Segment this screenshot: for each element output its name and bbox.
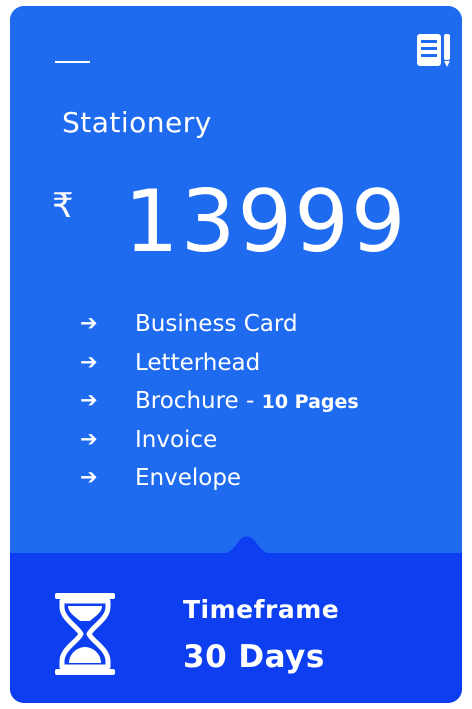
card-bottom-section: Timeframe 30 Days <box>10 536 462 703</box>
notch-divider <box>215 536 279 555</box>
timeframe-label: Timeframe <box>183 595 340 624</box>
price-amount: 13999 <box>124 172 408 272</box>
arrow-right-icon: ➔ <box>80 388 98 412</box>
plan-title: Stationery <box>62 106 212 139</box>
feature-label: Letterhead <box>135 349 261 376</box>
feature-label: Brochure - 10 Pages <box>135 388 359 414</box>
arrow-right-icon: ➔ <box>80 349 98 374</box>
document-list-icon <box>417 34 450 67</box>
title-dash-divider <box>55 61 90 63</box>
arrow-right-icon: ➔ <box>80 311 98 335</box>
pricing-card: Stationery ₹ 13999 ➔ Business Card ➔ Let… <box>10 6 462 703</box>
feature-label: Envelope <box>135 465 242 491</box>
arrow-right-icon: ➔ <box>80 426 98 451</box>
feature-label: Invoice <box>135 426 218 453</box>
currency-symbol: ₹ <box>52 186 74 226</box>
arrow-right-icon: ➔ <box>80 465 98 489</box>
hourglass-icon <box>55 593 115 675</box>
timeframe-value: 30 Days <box>183 639 325 675</box>
feature-label: Business Card <box>135 311 298 337</box>
card-top-section: Stationery ₹ 13999 ➔ Business Card ➔ Let… <box>10 6 462 553</box>
